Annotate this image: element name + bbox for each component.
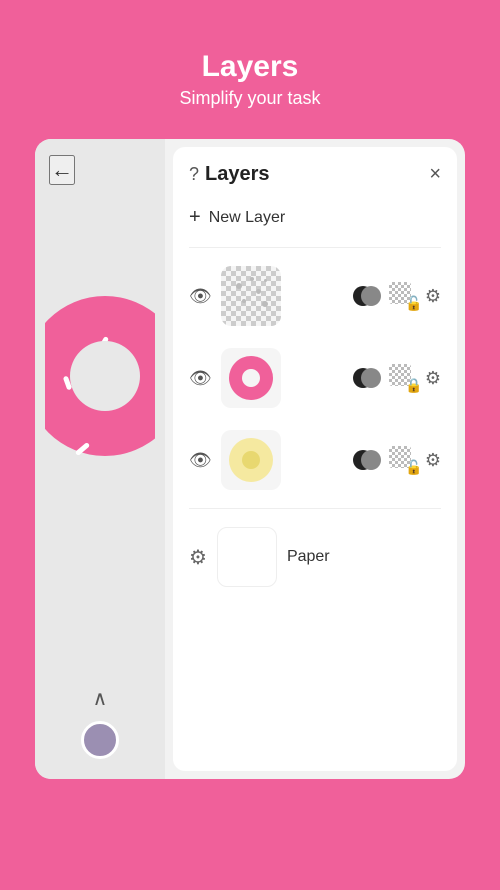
blend-circle-gray [361, 450, 381, 470]
gear-icon[interactable]: ⚙ [425, 450, 441, 471]
new-layer-label: New Layer [209, 209, 285, 227]
back-button[interactable]: ← [49, 155, 75, 185]
donut-hole [70, 341, 140, 411]
plus-icon: + [189, 206, 201, 229]
layer-thumbnail[interactable] [221, 348, 281, 408]
eye-icon[interactable]: 👁 [189, 450, 211, 471]
close-button[interactable]: × [429, 163, 441, 186]
help-icon[interactable]: ? [189, 164, 199, 185]
panel-title-row: ? Layers [189, 163, 270, 186]
blend-mode-icon[interactable] [353, 446, 381, 474]
new-layer-button[interactable]: + New Layer [189, 200, 441, 235]
donut-thumb [226, 353, 276, 403]
paper-label: Paper [287, 548, 330, 566]
color-picker[interactable] [81, 721, 119, 759]
app-header: Layers Simplify your task [179, 0, 320, 139]
app-title: Layers [179, 50, 320, 84]
alpha-lock-icon[interactable]: 🔒 [389, 364, 417, 392]
list-item: 👁 🔓 ⚙ [189, 424, 441, 496]
gear-icon[interactable]: ⚙ [189, 545, 207, 570]
alpha-lock-icon[interactable]: 🔓 [389, 446, 417, 474]
eye-icon[interactable]: 👁 [189, 368, 211, 389]
blend-mode-icon[interactable] [353, 282, 381, 310]
lock-symbol: 🔓 [405, 459, 422, 476]
gear-icon[interactable]: ⚙ [425, 286, 441, 307]
thumb-checker [221, 266, 281, 326]
list-item: 👁 🔒 ⚙ [189, 342, 441, 414]
list-item: ⚙ Paper [189, 521, 441, 593]
lock-symbol: 🔒 [405, 377, 422, 394]
donut-inner [242, 369, 260, 387]
panel-title: Layers [205, 163, 270, 186]
bottom-controls: ∧ [81, 686, 119, 759]
thumb-inner [221, 430, 281, 490]
divider-1 [189, 247, 441, 248]
chevron-up-icon[interactable]: ∧ [93, 686, 108, 711]
lock-symbol: 🔓 [405, 295, 422, 312]
thumb-inner [221, 348, 281, 408]
list-item: 👁 [189, 260, 441, 332]
divider-2 [189, 508, 441, 509]
layer-controls: 🔓 ⚙ [353, 282, 441, 310]
blend-circle-gray [361, 286, 381, 306]
dot [264, 279, 267, 282]
dot [262, 301, 268, 307]
alpha-lock-icon[interactable]: 🔓 [389, 282, 417, 310]
scatter-dots [226, 271, 276, 321]
paper-thumbnail[interactable] [217, 527, 277, 587]
canvas-sidebar: ← ∧ [35, 139, 165, 779]
eye-icon[interactable]: 👁 [189, 286, 211, 307]
layer-controls: 🔓 ⚙ [353, 446, 441, 474]
yellow-inner [242, 451, 260, 469]
canvas-preview [45, 246, 155, 626]
dot [242, 299, 246, 303]
dot [256, 289, 261, 294]
gear-icon[interactable]: ⚙ [425, 368, 441, 389]
dot [250, 277, 254, 281]
blend-mode-icon[interactable] [353, 364, 381, 392]
panel-header: ? Layers × [189, 163, 441, 186]
app-container: ← ∧ ? Layers × + [35, 139, 465, 779]
app-subtitle: Simplify your task [179, 88, 320, 109]
yellow-thumb [229, 438, 273, 482]
blend-circle-gray [361, 368, 381, 388]
layer-controls: 🔒 ⚙ [353, 364, 441, 392]
dot [236, 283, 242, 289]
layer-thumbnail[interactable] [221, 430, 281, 490]
layer-thumbnail[interactable] [221, 266, 281, 326]
layers-panel: ? Layers × + New Layer 👁 [173, 147, 457, 771]
